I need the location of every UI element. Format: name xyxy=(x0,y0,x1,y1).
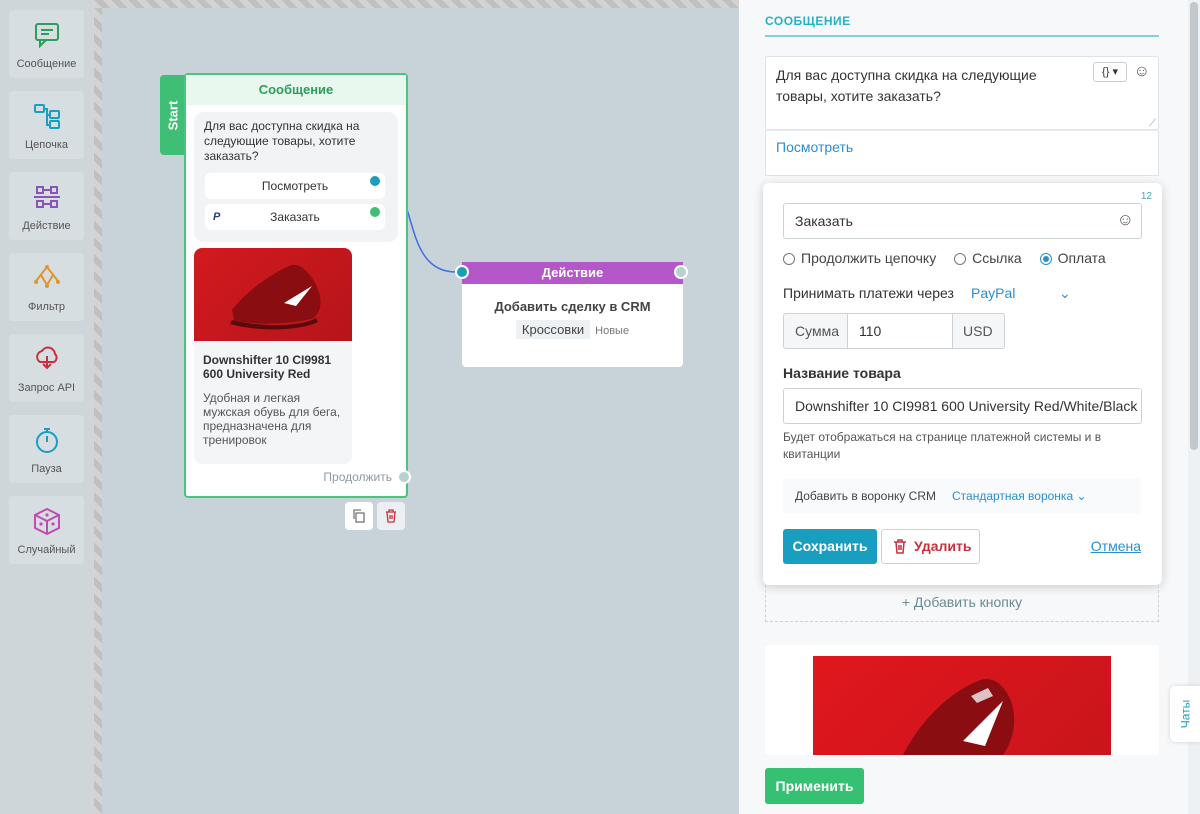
tool-label: Запрос API xyxy=(17,382,76,394)
char-counter: 12 xyxy=(1140,191,1152,202)
pause-icon xyxy=(35,428,58,453)
variables-dropdown[interactable]: {} ▾ xyxy=(1093,62,1127,82)
add-button[interactable]: + Добавить кнопку xyxy=(765,585,1159,622)
continue-label: Продолжить xyxy=(323,470,392,484)
sum-group: Сумма 110 USD xyxy=(783,313,1005,349)
panel-title-underline xyxy=(765,35,1159,37)
sum-input[interactable]: 110 xyxy=(847,313,953,349)
tool-label: Сообщение xyxy=(16,58,77,70)
message-icon xyxy=(34,23,59,49)
radio-continue[interactable]: Продолжить цепочку xyxy=(783,250,936,266)
save-button[interactable]: Сохранить xyxy=(783,529,877,564)
input-port[interactable] xyxy=(455,265,469,279)
tool-pause[interactable]: Пауза xyxy=(9,415,84,483)
api-icon xyxy=(35,346,58,370)
dice-icon xyxy=(33,507,60,536)
product-image xyxy=(194,248,352,341)
button-editor-popup: 12 Заказать ☺ Продолжить цепочку Ссылка … xyxy=(763,183,1162,585)
tool-random[interactable]: Случайный xyxy=(9,496,84,564)
delete-button[interactable]: Удалить xyxy=(881,529,980,564)
sum-label: Сумма xyxy=(795,323,839,339)
payment-label: Принимать платежи через xyxy=(783,285,954,301)
tool-action[interactable]: Действие xyxy=(9,172,84,240)
node-title: Сообщение xyxy=(186,75,406,105)
tool-api[interactable]: Запрос API xyxy=(9,334,84,402)
product-description: Удобная и легкая мужская обувь для бега,… xyxy=(203,391,341,447)
paypal-icon: P xyxy=(213,211,221,223)
tool-label: Действие xyxy=(22,220,71,232)
scrollbar-thumb[interactable] xyxy=(1190,2,1198,450)
button-text-input[interactable]: Заказать ☺ xyxy=(783,203,1142,239)
output-port-continue[interactable] xyxy=(397,470,411,484)
canvas-top-strip xyxy=(94,0,739,8)
copy-icon xyxy=(353,509,365,523)
cancel-link[interactable]: Отмена xyxy=(1091,538,1141,554)
tool-message[interactable]: Сообщение xyxy=(9,10,84,78)
toolbar-divider xyxy=(94,0,102,814)
node-title: Действие xyxy=(462,262,683,284)
resize-handle[interactable]: ⟋ xyxy=(1149,118,1156,129)
stage: Новые xyxy=(595,325,630,337)
trash-icon xyxy=(894,539,906,554)
filter-icon xyxy=(33,265,60,288)
chevron-down-icon: ⌄ xyxy=(1059,285,1071,301)
action-icon xyxy=(33,186,60,208)
copy-node-button[interactable] xyxy=(345,502,373,530)
existing-button-row[interactable]: Посмотреть xyxy=(765,130,1159,176)
emoji-icon[interactable]: ☺ xyxy=(1117,210,1134,230)
trash-icon xyxy=(386,509,396,523)
output-port-view[interactable] xyxy=(368,174,382,188)
existing-button-link[interactable]: Посмотреть xyxy=(776,139,853,155)
button-type-radios: Продолжить цепочку Ссылка Оплата xyxy=(783,250,1120,266)
radio-payment[interactable]: Оплата xyxy=(1039,250,1106,266)
tool-chain[interactable]: Цепочка xyxy=(9,91,84,159)
product-card: Downshifter 10 CI9981 600 University Red… xyxy=(194,248,352,464)
product-title: Downshifter 10 CI9981 600 University Red xyxy=(203,353,332,381)
chevron-down-icon: ⌄ xyxy=(1076,489,1087,503)
action-tags: Кроссовки Новые xyxy=(462,320,683,339)
crm-label: Добавить в воронку CRM xyxy=(795,489,937,503)
product-hint: Будет отображаться на странице платежной… xyxy=(783,430,1102,461)
image-block xyxy=(765,645,1159,755)
message-text: Для вас доступна скидка на следующие тов… xyxy=(204,119,360,163)
message-node[interactable]: Сообщение Для вас доступна скидка на сле… xyxy=(184,73,408,498)
action-node[interactable]: Действие Добавить сделку в CRM Кроссовки… xyxy=(462,262,683,367)
emoji-icon[interactable]: ☺ xyxy=(1134,63,1150,81)
output-port-order[interactable] xyxy=(368,205,382,219)
start-tab: Start xyxy=(160,75,186,155)
radio-link[interactable]: Ссылка xyxy=(954,250,1022,266)
delete-node-button[interactable] xyxy=(377,502,405,530)
node-button-order[interactable]: P Заказать xyxy=(205,204,385,230)
apply-button[interactable]: Применить xyxy=(765,768,864,804)
payment-system-select[interactable]: PayPal ⌄ xyxy=(971,285,1071,301)
tool-filter[interactable]: Фильтр xyxy=(9,253,84,321)
output-port-action[interactable] xyxy=(674,265,688,279)
node-button-view[interactable]: Посмотреть xyxy=(205,173,385,199)
panel-title: СООБЩЕНИЕ xyxy=(765,14,851,28)
tool-label: Случайный xyxy=(17,544,76,556)
tool-label: Цепочка xyxy=(25,139,68,151)
tool-label: Фильтр xyxy=(28,301,65,313)
message-bubble: Для вас доступна скидка на следующие тов… xyxy=(194,112,398,242)
tool-label: Пауза xyxy=(31,463,62,475)
currency-label: USD xyxy=(963,323,993,339)
tag: Кроссовки xyxy=(515,320,591,339)
product-name-input[interactable]: Downshifter 10 CI9981 600 University Red… xyxy=(783,388,1142,424)
action-text: Добавить сделку в CRM xyxy=(494,299,651,314)
product-image xyxy=(813,656,1111,755)
crm-row: Добавить в воронку CRM Стандартная ворон… xyxy=(783,478,1141,514)
chain-icon xyxy=(33,104,60,129)
product-name-label: Название товара xyxy=(783,365,901,381)
crm-funnel-select[interactable]: Стандартная воронка ⌄ xyxy=(952,489,1087,503)
chats-tab[interactable]: Чаты xyxy=(1170,686,1200,742)
